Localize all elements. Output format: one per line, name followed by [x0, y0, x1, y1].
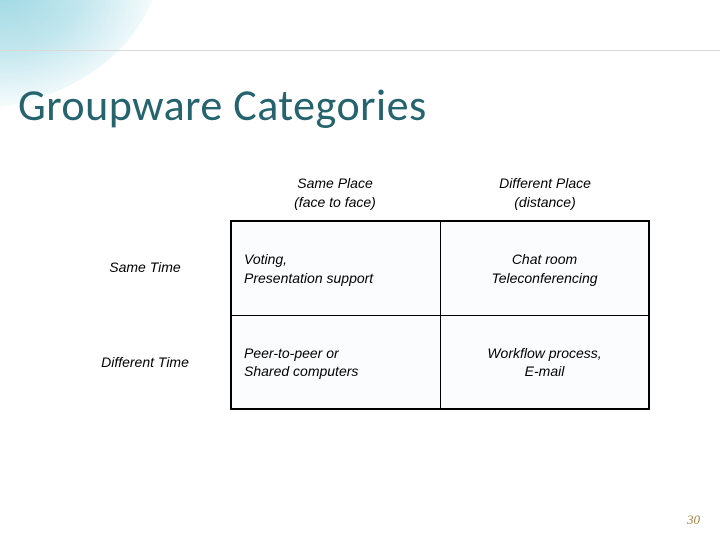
row-header-diff-time: Different Time: [60, 315, 230, 410]
cell-line: Presentation support: [244, 269, 373, 287]
col-header-same-place: Same Place (face to face): [230, 165, 440, 220]
col-header-line: Different Place: [499, 174, 591, 192]
cell-same-time-diff-place: Chat room Teleconferencing: [440, 220, 650, 315]
page-number: 30: [687, 512, 700, 528]
cell-diff-time-same-place: Peer-to-peer or Shared computers: [230, 315, 440, 410]
cell-same-time-same-place: Voting, Presentation support: [230, 220, 440, 315]
slide-title: Groupware Categories: [18, 78, 427, 132]
col-header-line: (distance): [514, 193, 575, 211]
cell-diff-time-diff-place: Workflow process, E-mail: [440, 315, 650, 410]
cell-line: Teleconferencing: [491, 269, 597, 287]
cell-line: Chat room: [512, 250, 577, 268]
groupware-matrix: Same Place (face to face) Different Plac…: [60, 165, 660, 410]
cell-line: Workflow process,: [487, 344, 601, 362]
row-header-text: Same Time: [109, 258, 180, 276]
col-header-line: Same Place: [297, 174, 372, 192]
cell-line: E-mail: [525, 362, 565, 380]
horizontal-rule: [0, 50, 720, 51]
col-header-diff-place: Different Place (distance): [440, 165, 650, 220]
slide: Groupware Categories Same Place (face to…: [0, 0, 720, 540]
cell-line: Voting,: [244, 250, 287, 268]
row-header-same-time: Same Time: [60, 220, 230, 315]
cell-line: Peer-to-peer or: [244, 344, 339, 362]
row-header-text: Different Time: [101, 353, 189, 371]
matrix-corner: [60, 165, 230, 220]
col-header-line: (face to face): [294, 193, 376, 211]
cell-line: Shared computers: [244, 362, 358, 380]
